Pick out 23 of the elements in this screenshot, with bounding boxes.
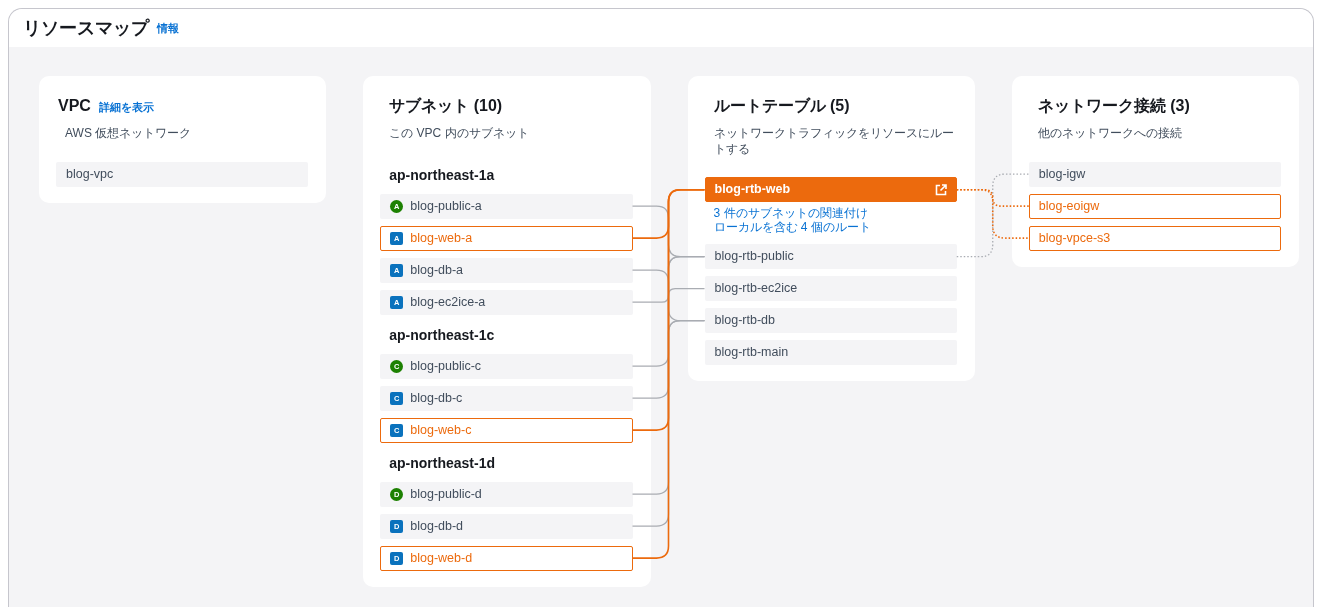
network-connection-item[interactable]: blog-igw [1028,161,1281,187]
card-title: ルートテーブル (5) [712,96,851,116]
route-table-item[interactable]: blog-rtb-public [704,244,957,270]
external-link-icon[interactable] [934,183,947,196]
route-table-item[interactable]: blog-rtb-db [704,308,957,334]
card-title: ネットワーク接続 (3) [1036,96,1191,116]
info-link[interactable]: 情報 [157,19,179,37]
zone-heading: ap-northeast-1a [388,165,496,185]
route-table-item[interactable]: blog-rtb-main [704,340,957,366]
vpc-item[interactable]: blog-vpc [56,161,309,187]
card-description: 他のネットワークへの接続 [1036,126,1183,142]
card-title: VPC [58,96,91,116]
card-description: AWS 仮想ネットワーク [64,126,193,142]
route-detail-link[interactable]: ローカルを含む 4 個のルート [704,220,957,235]
section-title: リソースマップ [23,16,149,40]
card-title: サブネット (10) [388,96,504,116]
route-detail-link[interactable]: 3 件のサブネットの関連付け [704,206,957,221]
zone-heading: ap-northeast-1c [388,325,496,345]
details-link[interactable]: 詳細を表示 [98,99,154,116]
zone-heading: ap-northeast-1d [388,453,497,473]
card-description: ネットワークトラフィックをリソースにルートする [712,126,955,158]
route-table-item[interactable]: blog-rtb-ec2ice [704,276,957,302]
card-description: この VPC 内のサブネット [388,126,530,142]
